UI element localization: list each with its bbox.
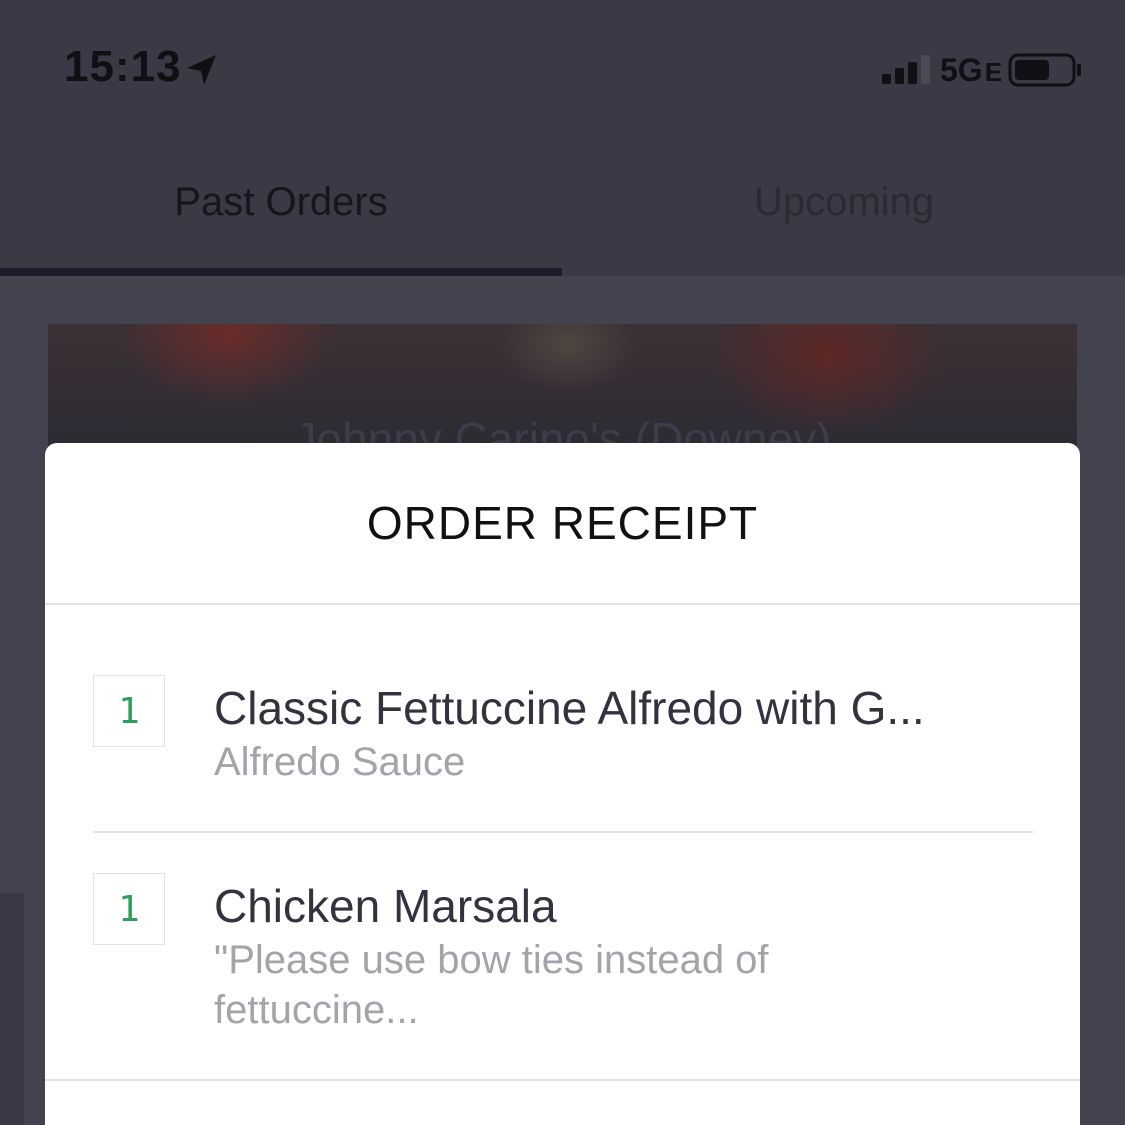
signal-icon	[882, 55, 930, 84]
item-quantity: 1	[93, 675, 165, 747]
order-receipt-modal: ORDER RECEIPT 1 Classic Fettuccine Alfre…	[45, 443, 1080, 1125]
item-name: Chicken Marsala	[214, 880, 557, 932]
item-note: "Please use bow ties instead of fettucci…	[214, 938, 769, 1032]
battery-icon	[1008, 53, 1081, 87]
location-arrow-icon	[187, 55, 216, 85]
modal-title: ORDER RECEIPT	[366, 497, 759, 549]
tab-selected-indicator	[0, 268, 562, 276]
divider	[45, 1079, 1080, 1081]
order-tabs: Past Orders Upcoming	[0, 130, 1125, 276]
modal-header: ORDER RECEIPT	[45, 443, 1080, 605]
tab-upcoming[interactable]: Upcoming	[563, 180, 1125, 225]
receipt-item: 1 Chicken Marsala "Please use bow ties i…	[93, 871, 1033, 1032]
receipt-item: 1 Classic Fettuccine Alfredo with G... A…	[93, 673, 1033, 833]
status-bar: 15:13 5GE	[0, 0, 1125, 130]
item-name: Classic Fettuccine Alfredo with G...	[214, 682, 925, 734]
status-time: 15:13	[64, 42, 182, 91]
network-type: 5GE	[940, 52, 1003, 88]
item-quantity: 1	[93, 873, 165, 945]
tab-past-orders[interactable]: Past Orders	[0, 180, 562, 225]
side-panel	[0, 893, 24, 1125]
restaurant-card[interactable]: Johnny Carino's (Downey)	[48, 324, 1077, 454]
item-note: Alfredo Sauce	[214, 740, 466, 784]
